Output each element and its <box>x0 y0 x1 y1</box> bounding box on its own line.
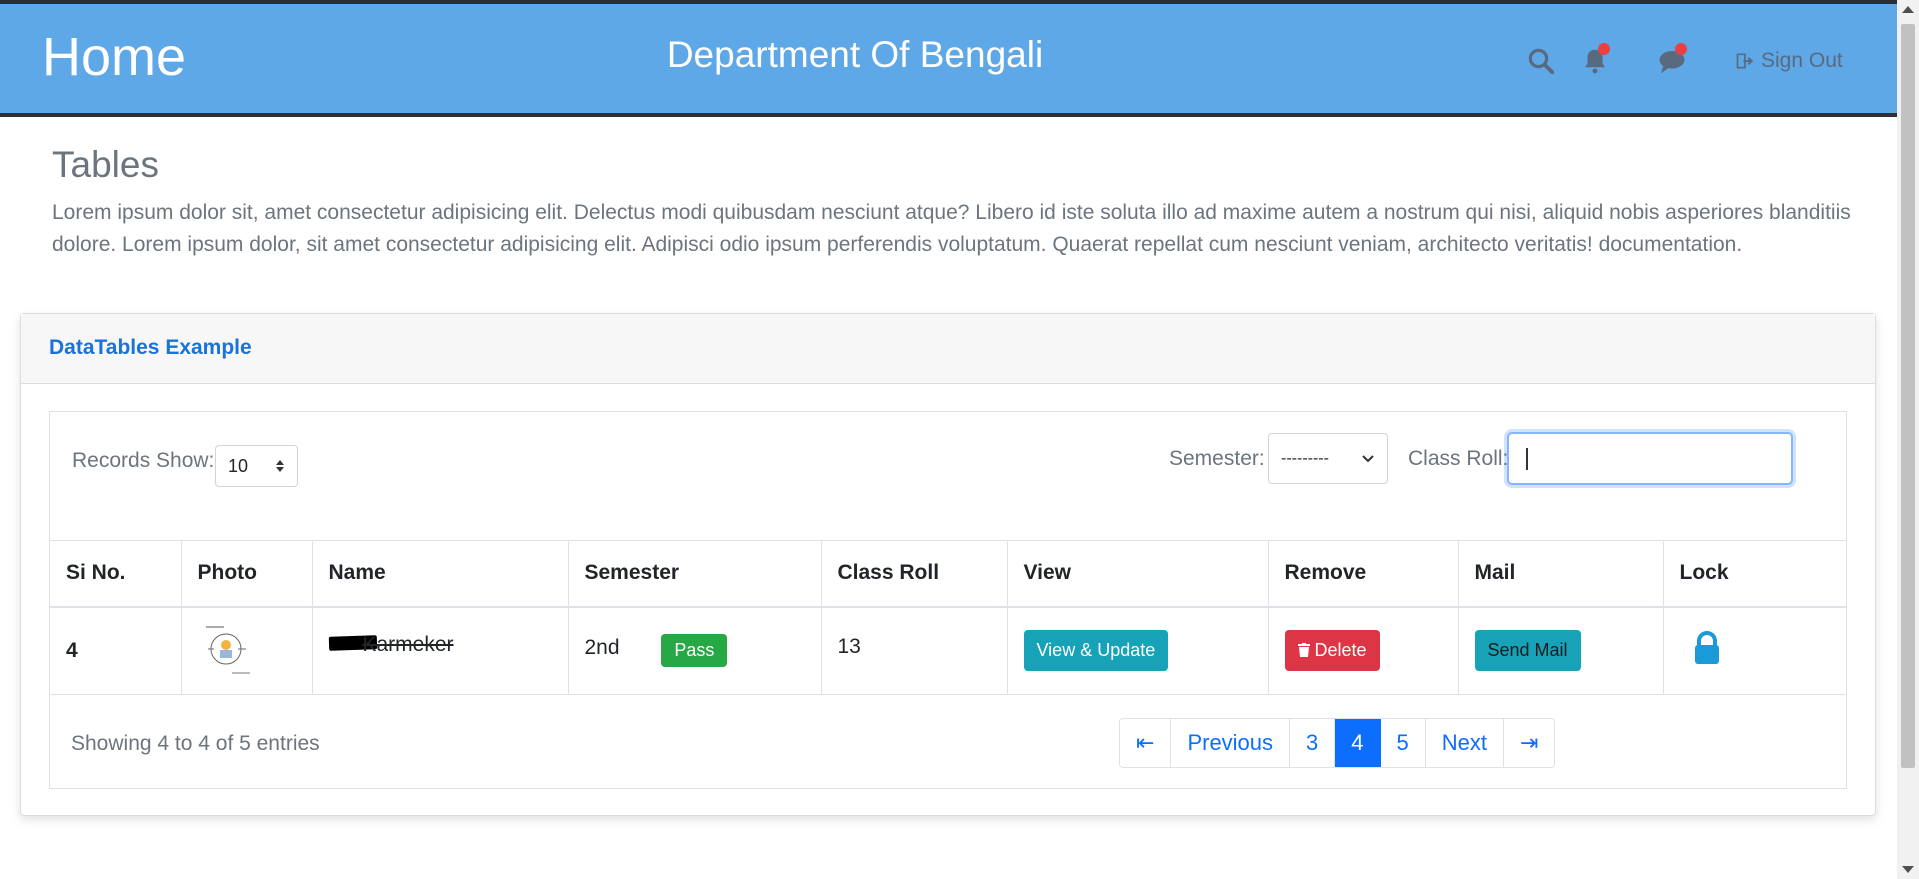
column-header-class-roll[interactable]: Class Roll <box>821 540 1008 608</box>
column-header-remove[interactable]: Remove <box>1268 540 1459 608</box>
column-header-mail[interactable]: Mail <box>1458 540 1664 608</box>
department-title: Department Of Bengali <box>666 34 1044 75</box>
class-roll-value: 13 <box>837 634 861 658</box>
scroll-down-arrow[interactable] <box>1902 866 1914 873</box>
bell-notification-dot <box>1598 43 1610 55</box>
search-icon[interactable] <box>1526 46 1556 76</box>
scroll-thumb[interactable] <box>1901 24 1915 768</box>
table-row: 4 Karmeker 2nd Pass 13 View & Update Del… <box>50 606 1847 695</box>
trash-icon <box>1297 643 1310 658</box>
sign-out-label: Sign Out <box>1761 49 1843 72</box>
semester-select-value: --------- <box>1281 449 1329 467</box>
sign-out-button[interactable]: Sign Out <box>1735 49 1843 73</box>
vertical-scrollbar[interactable] <box>1897 0 1919 879</box>
sign-out-icon <box>1736 53 1754 69</box>
page-title: Tables <box>52 144 159 185</box>
last-page-button[interactable]: ⇥ <box>1504 719 1555 767</box>
cell-semester: 2nd Pass <box>568 606 822 695</box>
column-header-si[interactable]: Si No. <box>50 540 182 608</box>
column-header-name[interactable]: Name <box>312 540 569 608</box>
cell-mail: Send Mail <box>1458 606 1664 695</box>
cell-view: View & Update <box>1007 606 1269 695</box>
cell-name: Karmeker <box>312 606 569 695</box>
showing-entries-text: Showing 4 to 4 of 5 entries <box>71 732 320 755</box>
chat-notification-dot <box>1675 43 1687 55</box>
previous-page-button[interactable]: Previous <box>1171 719 1291 767</box>
datatable-container: Records Show: 10 Semester: --------- Cla… <box>49 411 1847 789</box>
cell-photo <box>181 606 313 695</box>
chat-icon[interactable] <box>1657 43 1687 76</box>
page-3-button[interactable]: 3 <box>1290 719 1336 767</box>
next-page-button[interactable]: Next <box>1425 719 1505 767</box>
status-badge: Pass <box>661 634 728 668</box>
table-footer: Showing 4 to 4 of 5 entries ⇤ Previous 3… <box>50 696 1846 790</box>
lock-icon[interactable] <box>1692 630 1722 665</box>
column-header-photo[interactable]: Photo <box>181 540 313 608</box>
records-show-select[interactable]: 10 <box>215 445 298 487</box>
page-description: Lorem ipsum dolor sit, amet consectetur … <box>52 201 1851 256</box>
student-photo[interactable] <box>201 622 252 679</box>
page-4-button[interactable]: 4 <box>1335 719 1381 767</box>
semester-select[interactable]: --------- <box>1268 433 1388 484</box>
class-roll-label: Class Roll: <box>1408 447 1509 470</box>
scroll-up-arrow[interactable] <box>1902 6 1914 13</box>
cell-si: 4 <box>50 606 182 695</box>
pagination: ⇤ Previous 3 4 5 Next ⇥ <box>1119 718 1556 768</box>
delete-button[interactable]: Delete <box>1284 630 1380 672</box>
text-caret <box>1526 448 1528 470</box>
navbar: Home Department Of Bengali Sign Out <box>0 4 1897 117</box>
students-table: Si No. Photo Name Semester Class Roll Vi… <box>50 540 1847 695</box>
bell-icon[interactable] <box>1580 43 1610 76</box>
datatable-card: DataTables Example Records Show: 10 Seme… <box>20 313 1876 816</box>
records-show-value: 10 <box>228 455 249 476</box>
send-mail-button[interactable]: Send Mail <box>1474 630 1581 672</box>
semester-value: 2nd <box>584 636 620 660</box>
cell-remove: Delete <box>1268 606 1459 695</box>
semester-label: Semester: <box>1169 447 1265 470</box>
card-header: DataTables Example <box>21 314 1875 384</box>
table-controls: Records Show: 10 Semester: --------- Cla… <box>50 412 1846 540</box>
class-roll-input[interactable] <box>1507 432 1793 485</box>
column-header-semester[interactable]: Semester <box>568 540 822 608</box>
view-update-button[interactable]: View & Update <box>1023 630 1169 672</box>
chevron-down-icon <box>1362 454 1374 462</box>
student-name: Karmeker <box>362 632 454 656</box>
delete-label: Delete <box>1314 640 1367 661</box>
column-header-view[interactable]: View <box>1007 540 1269 608</box>
records-show-label: Records Show: <box>72 449 215 472</box>
table-header-row: Si No. Photo Name Semester Class Roll Vi… <box>50 540 1847 608</box>
first-page-button[interactable]: ⇤ <box>1120 719 1172 767</box>
cell-lock <box>1663 606 1847 695</box>
sort-arrows-icon <box>276 460 284 472</box>
page-5-button[interactable]: 5 <box>1380 719 1426 767</box>
cell-class-roll: 13 <box>821 606 1008 695</box>
column-header-lock[interactable]: Lock <box>1663 540 1847 608</box>
